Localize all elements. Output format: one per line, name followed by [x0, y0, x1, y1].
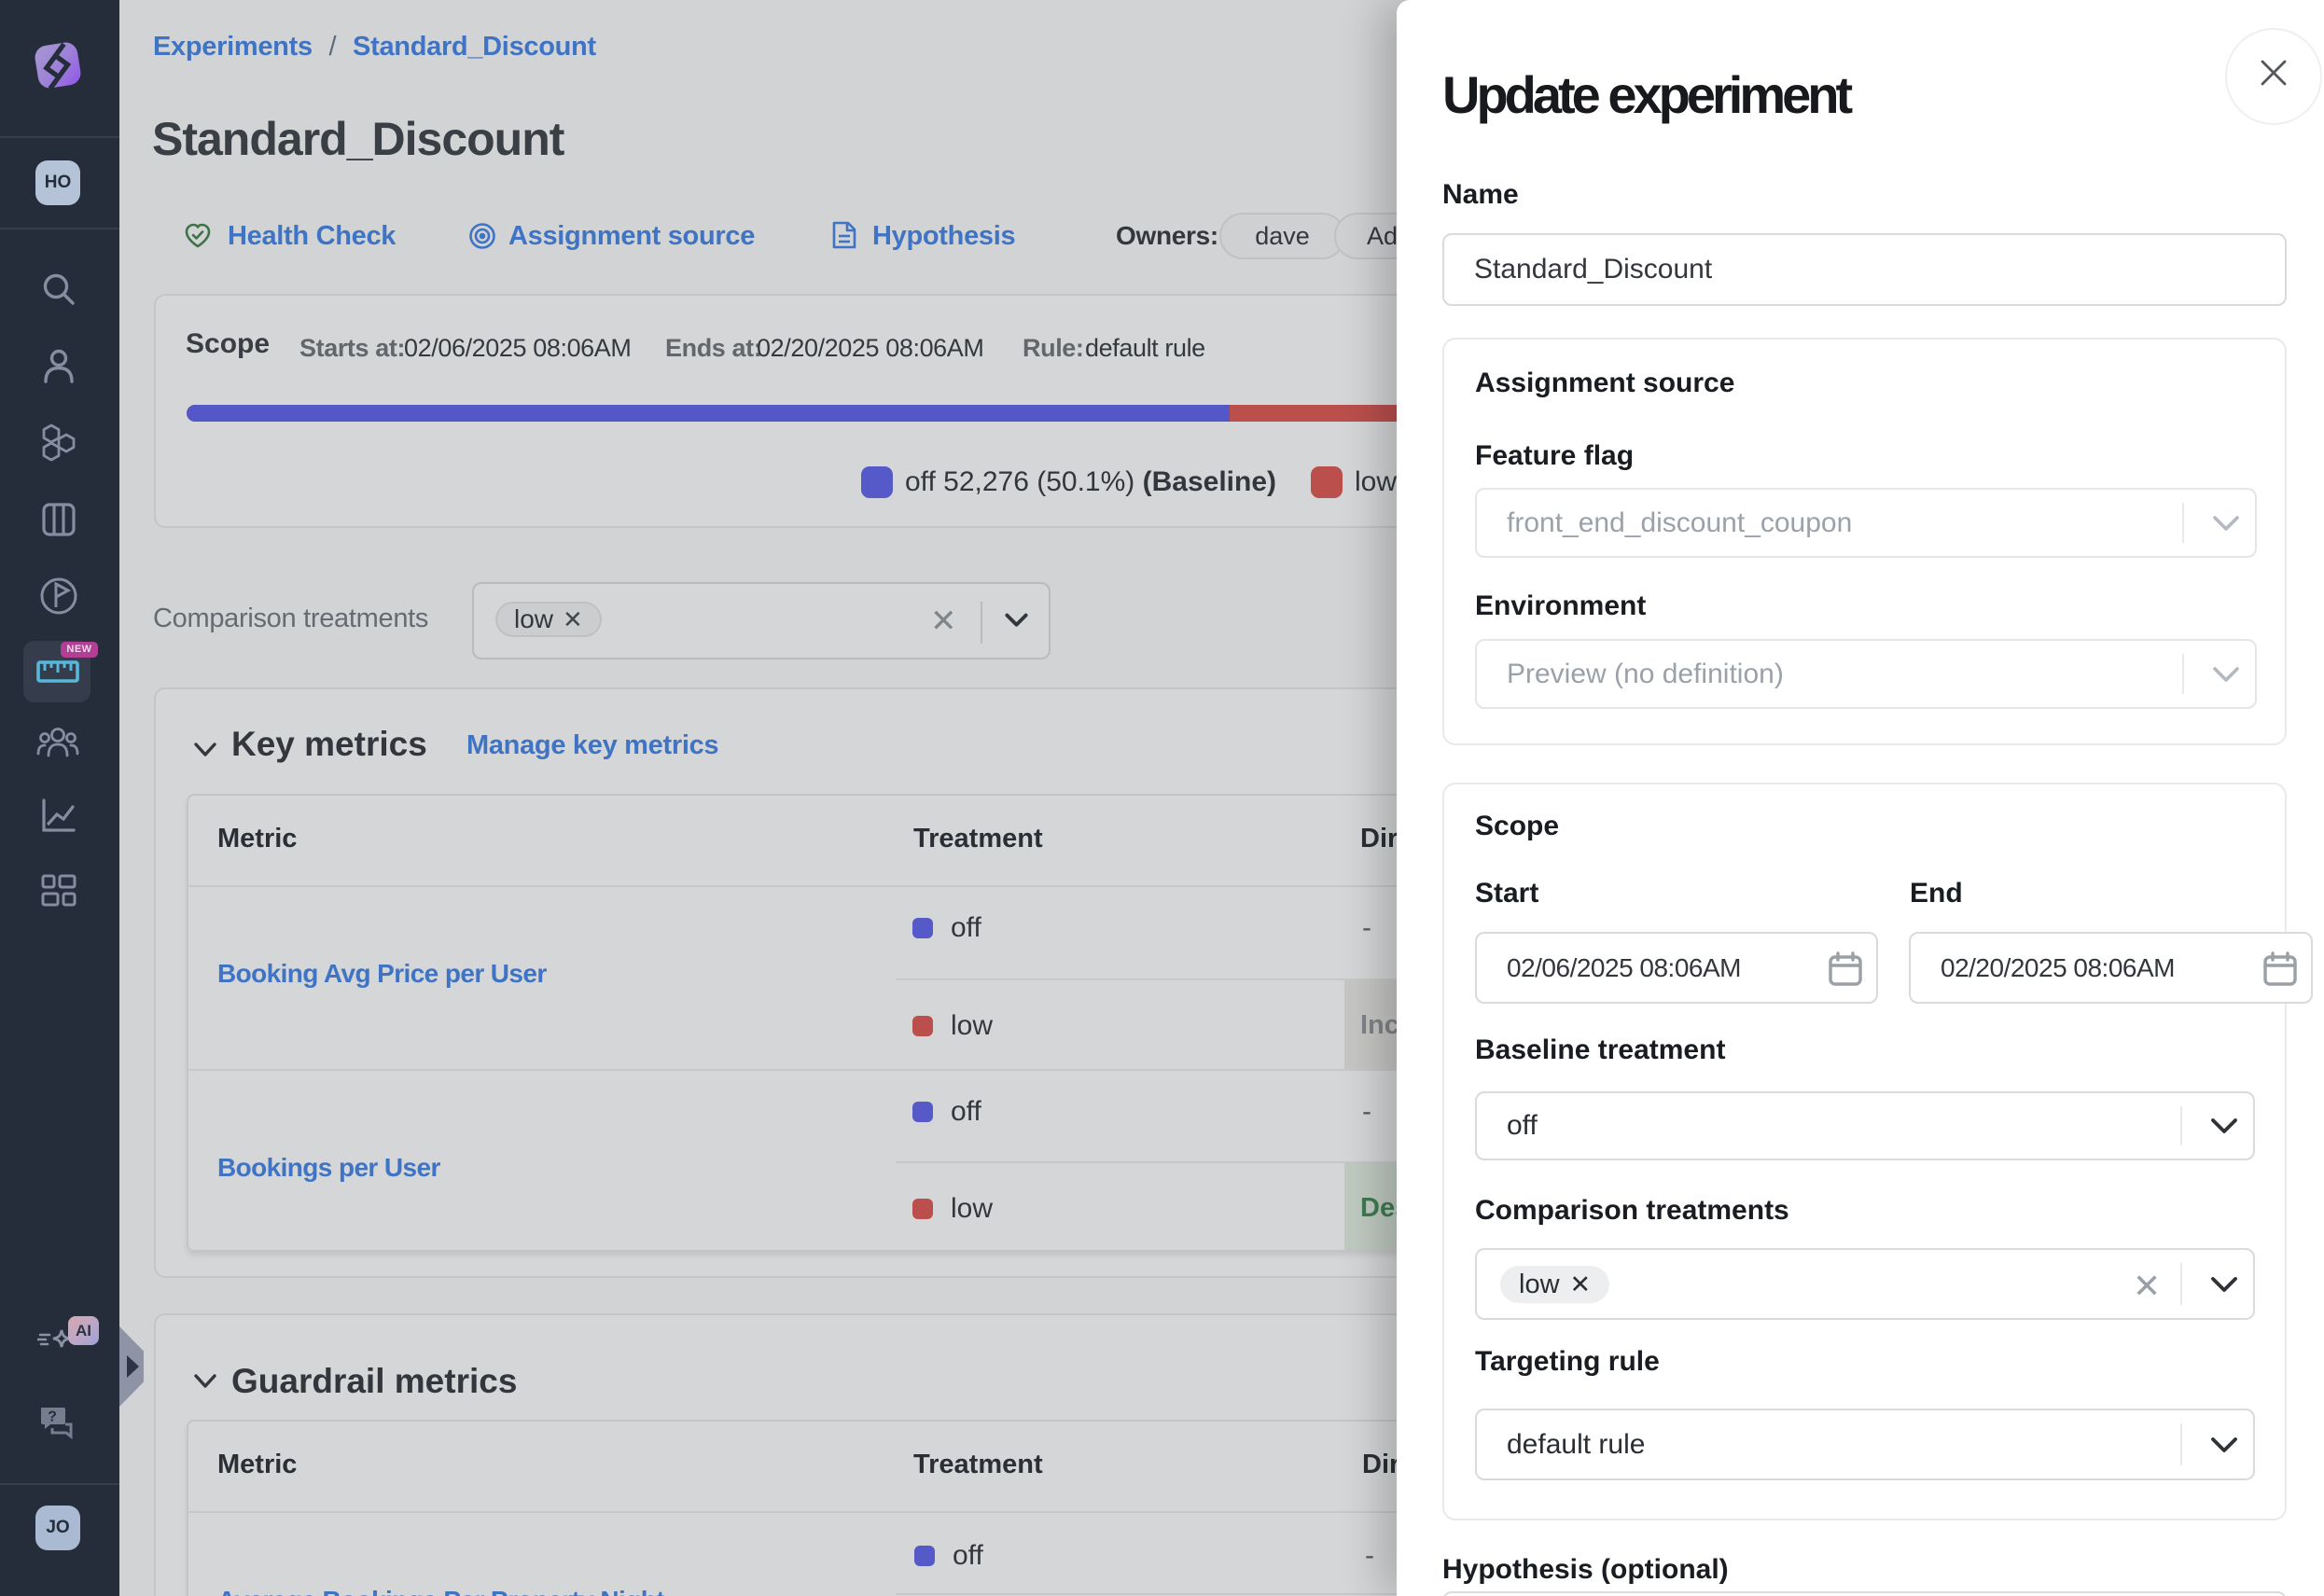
svg-text:?: ? — [48, 1409, 57, 1425]
